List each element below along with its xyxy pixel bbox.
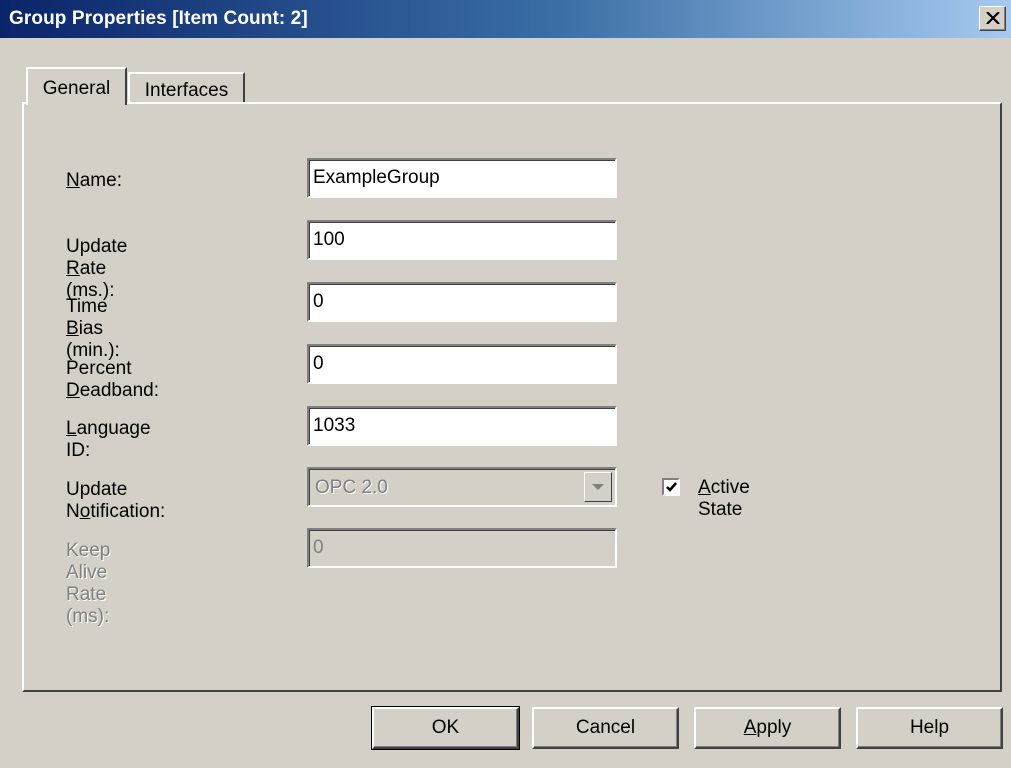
update-rate-input[interactable] bbox=[307, 220, 617, 260]
update-notification-value: OPC 2.0 bbox=[315, 477, 388, 498]
percent-deadband-label: Percent Deadband: bbox=[66, 358, 159, 401]
language-id-label: Language ID: bbox=[66, 418, 151, 461]
window-title: Group Properties [Item Count: 2] bbox=[9, 8, 308, 29]
update-notification-select[interactable]: OPC 2.0 bbox=[307, 467, 617, 507]
tab-general-label: General bbox=[42, 78, 111, 99]
ok-button[interactable]: OK bbox=[371, 706, 520, 750]
keep-alive-rate-input[interactable] bbox=[307, 528, 617, 568]
active-state-checkbox[interactable] bbox=[662, 478, 680, 496]
dropdown-button[interactable] bbox=[584, 472, 612, 502]
tab-interfaces[interactable]: Interfaces bbox=[128, 72, 245, 103]
help-button[interactable]: Help bbox=[856, 707, 1003, 749]
apply-button[interactable]: Apply bbox=[694, 707, 841, 749]
update-rate-label: Update Rate (ms.): bbox=[66, 236, 128, 301]
checkmark-icon bbox=[666, 482, 677, 492]
name-input[interactable] bbox=[307, 158, 617, 198]
update-notification-label: Update Notification: bbox=[66, 479, 166, 522]
title-bar: Group Properties [Item Count: 2] bbox=[0, 0, 1011, 38]
percent-deadband-input[interactable] bbox=[307, 344, 617, 384]
chevron-down-icon bbox=[592, 484, 604, 490]
close-icon bbox=[986, 12, 1000, 24]
time-bias-label: Time Bias (min.): bbox=[66, 296, 120, 361]
cancel-button[interactable]: Cancel bbox=[532, 707, 679, 749]
tab-interfaces-label: Interfaces bbox=[144, 80, 229, 101]
keep-alive-rate-label: Keep Alive Rate (ms): bbox=[66, 540, 111, 627]
name-label: Name: bbox=[66, 170, 122, 191]
time-bias-input[interactable] bbox=[307, 282, 617, 322]
active-state-label[interactable]: Active State bbox=[698, 477, 750, 521]
language-id-input[interactable] bbox=[307, 406, 617, 446]
tab-general[interactable]: General bbox=[26, 67, 127, 105]
close-button[interactable] bbox=[979, 6, 1006, 31]
